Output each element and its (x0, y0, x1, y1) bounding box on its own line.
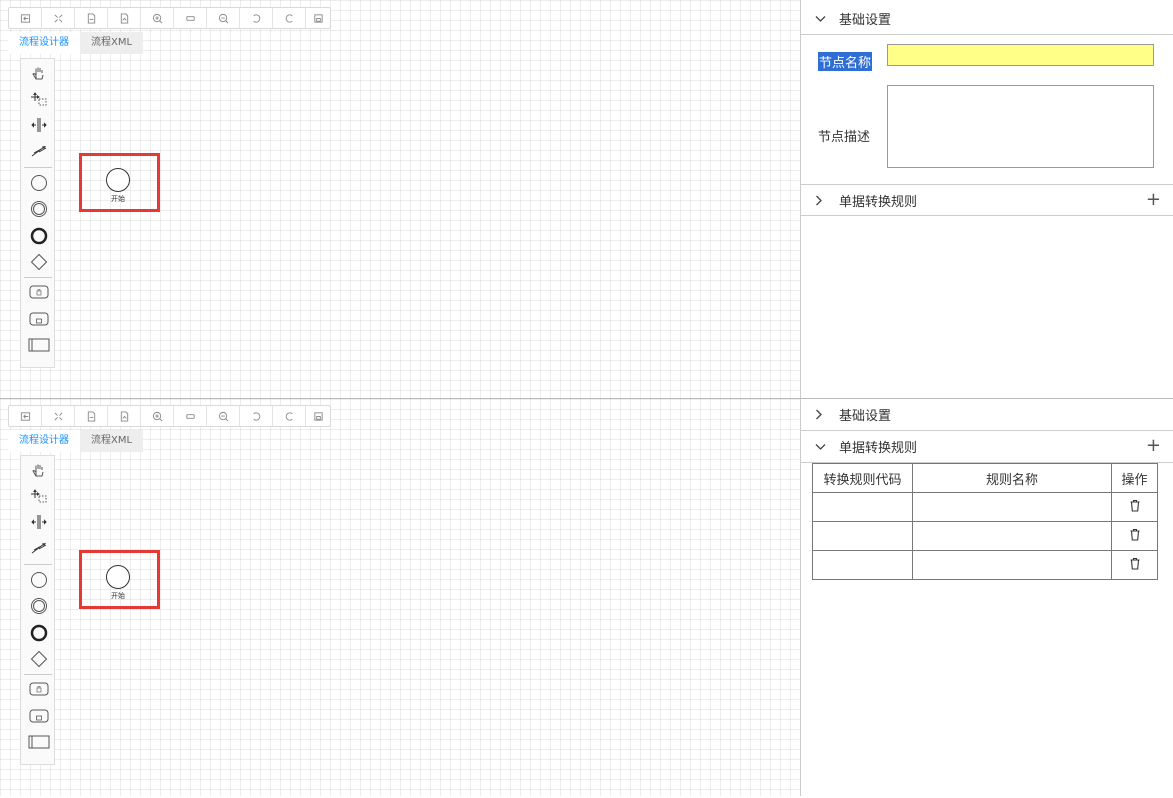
intermediate-event-icon[interactable] (21, 198, 56, 220)
bpmn-canvas[interactable]: 流程设计器 流程XML 开始 (0, 0, 800, 398)
rule-code-cell[interactable] (812, 521, 913, 551)
task-icon[interactable] (21, 678, 56, 700)
pool-icon[interactable] (21, 731, 56, 753)
zoom-in-icon[interactable] (141, 8, 174, 28)
connect-tool-icon[interactable] (21, 537, 56, 559)
rules-title: 单据转换规则 (839, 194, 918, 210)
lasso-tool-icon[interactable] (21, 485, 56, 507)
zoom-in-icon[interactable] (141, 406, 174, 426)
table-row (812, 521, 1158, 551)
hand-tool-icon[interactable] (21, 62, 56, 84)
chevron-right-icon (815, 195, 827, 206)
open-file-icon[interactable] (9, 8, 42, 28)
properties-panel: 基础设置 单据转换规则 + 转换规则代码 规则名称 操作 (800, 399, 1173, 796)
end-event-icon[interactable] (21, 225, 56, 247)
chevron-down-icon (815, 15, 827, 23)
end-event-icon[interactable] (21, 622, 56, 644)
node-name-label: 节点名称 (818, 52, 873, 71)
properties-panel: 基础设置 节点名称 节点描述 单据转换规则 + (800, 0, 1173, 398)
save-icon[interactable] (306, 406, 330, 426)
col-rule-code: 转换规则代码 (812, 463, 913, 493)
trash-icon (1129, 557, 1141, 574)
delete-row-button[interactable] (1111, 550, 1158, 580)
basic-settings-header[interactable]: 基础设置 (801, 399, 1173, 431)
highlight-box (79, 550, 160, 609)
table-row (812, 492, 1158, 522)
delete-row-button[interactable] (1111, 492, 1158, 522)
rules-header[interactable]: 单据转换规则 + (801, 184, 1173, 216)
tab-designer[interactable]: 流程设计器 (8, 430, 80, 452)
redo-icon[interactable] (273, 8, 306, 28)
download-svg-icon[interactable] (108, 8, 141, 28)
zoom-out-icon[interactable] (207, 406, 240, 426)
col-actions: 操作 (1111, 463, 1158, 493)
node-desc-label: 节点描述 (818, 130, 871, 145)
element-palette (20, 455, 55, 765)
designer-tabs: 流程设计器 流程XML (8, 430, 144, 452)
rules-table: 转换规则代码 规则名称 操作 (812, 463, 1158, 580)
hand-tool-icon[interactable] (21, 459, 56, 481)
bpmn-canvas[interactable]: 流程设计器 流程XML 开始 (0, 399, 800, 796)
element-palette (20, 58, 55, 368)
redo-icon[interactable] (273, 406, 306, 426)
add-rule-button[interactable]: + (1146, 435, 1161, 456)
trash-icon (1129, 499, 1141, 516)
start-event-icon[interactable] (21, 172, 56, 194)
download-svg-icon[interactable] (108, 406, 141, 426)
chevron-down-icon (815, 443, 827, 451)
fit-icon[interactable] (42, 8, 75, 28)
add-rule-button[interactable]: + (1146, 189, 1161, 210)
basic-settings-title: 基础设置 (839, 13, 892, 28)
designer-tabs: 流程设计器 流程XML (8, 32, 144, 54)
rule-name-cell[interactable] (912, 521, 1112, 551)
undo-icon[interactable] (240, 406, 273, 426)
fit-icon[interactable] (42, 406, 75, 426)
tab-xml[interactable]: 流程XML (80, 32, 144, 54)
intermediate-event-icon[interactable] (21, 595, 56, 617)
rule-code-cell[interactable] (812, 492, 913, 522)
highlight-box (79, 153, 160, 212)
rules-header[interactable]: 单据转换规则 + (801, 431, 1173, 463)
table-header-row: 转换规则代码 规则名称 操作 (812, 463, 1158, 493)
bottom-panel: 流程设计器 流程XML 开始 基础设置 单据转换规则 + 转换规则代码 规则名称… (0, 398, 1173, 796)
space-tool-icon[interactable] (21, 511, 56, 533)
trash-icon (1129, 528, 1141, 545)
lasso-tool-icon[interactable] (21, 88, 56, 110)
connect-tool-icon[interactable] (21, 140, 56, 162)
pool-icon[interactable] (21, 334, 56, 356)
undo-icon[interactable] (240, 8, 273, 28)
node-name-input[interactable] (887, 44, 1154, 66)
start-event-icon[interactable] (21, 569, 56, 591)
gateway-icon[interactable] (21, 648, 56, 670)
designer-toolbar (8, 405, 331, 427)
zoom-out-icon[interactable] (207, 8, 240, 28)
subprocess-icon[interactable] (21, 705, 56, 727)
rule-name-cell[interactable] (912, 550, 1112, 580)
top-panel: 流程设计器 流程XML 开始 基础设置 节点名称 节点描述 单据转换规则 + (0, 0, 1173, 398)
open-file-icon[interactable] (9, 406, 42, 426)
reset-zoom-icon[interactable] (174, 406, 207, 426)
tab-designer[interactable]: 流程设计器 (8, 32, 80, 54)
basic-settings-title: 基础设置 (839, 409, 892, 424)
rule-code-cell[interactable] (812, 550, 913, 580)
gateway-icon[interactable] (21, 251, 56, 273)
subprocess-icon[interactable] (21, 308, 56, 330)
download-xml-icon[interactable] (75, 8, 108, 28)
save-icon[interactable] (306, 8, 330, 28)
node-desc-textarea[interactable] (887, 85, 1154, 168)
basic-settings-header[interactable]: 基础设置 (801, 3, 1173, 35)
download-xml-icon[interactable] (75, 406, 108, 426)
table-row (812, 550, 1158, 580)
rule-name-cell[interactable] (912, 492, 1112, 522)
rules-title: 单据转换规则 (839, 441, 918, 456)
task-icon[interactable] (21, 281, 56, 303)
delete-row-button[interactable] (1111, 521, 1158, 551)
reset-zoom-icon[interactable] (174, 8, 207, 28)
tab-xml[interactable]: 流程XML (80, 430, 144, 452)
col-rule-name: 规则名称 (912, 463, 1112, 493)
chevron-right-icon (815, 409, 827, 420)
space-tool-icon[interactable] (21, 114, 56, 136)
designer-toolbar (8, 7, 331, 29)
